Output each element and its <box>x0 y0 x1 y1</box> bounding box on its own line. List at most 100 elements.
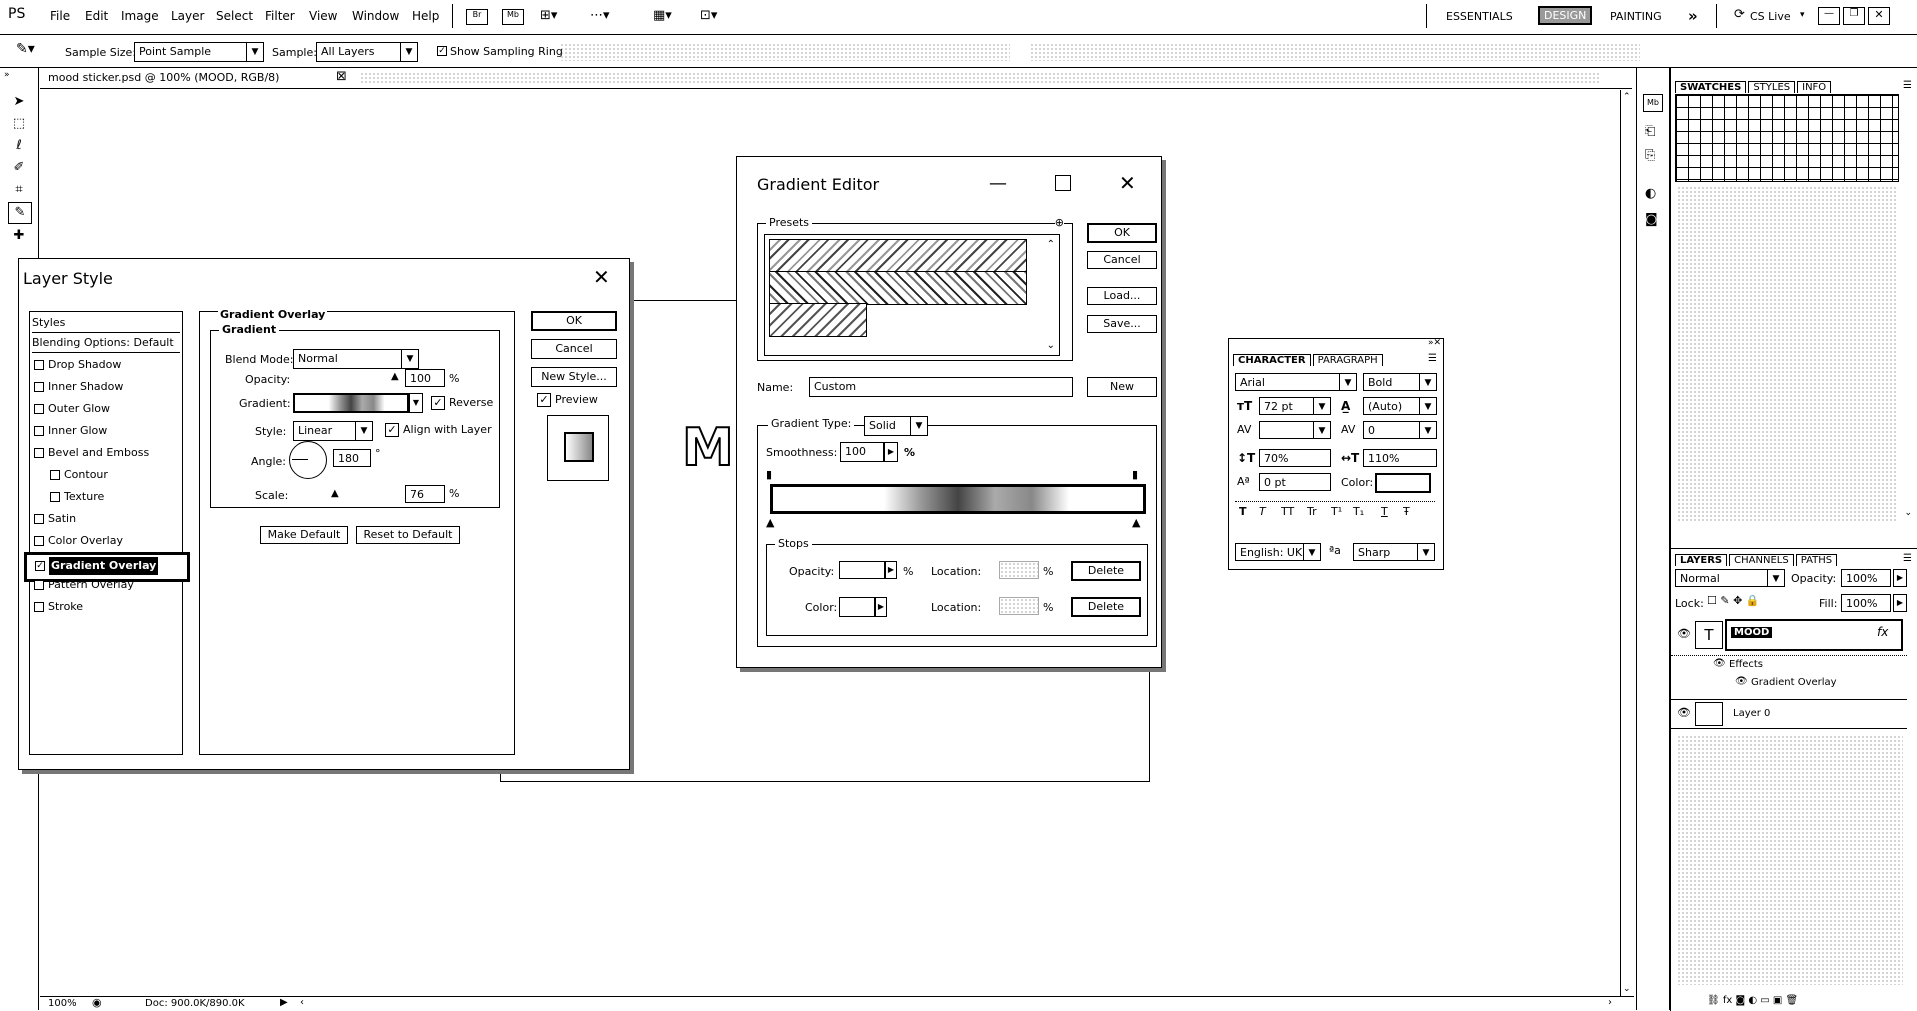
minimize-icon[interactable]: — <box>989 173 1007 194</box>
checkbox[interactable] <box>34 360 44 370</box>
vertical-scale-input[interactable]: 70% <box>1259 449 1331 467</box>
tab-styles[interactable]: STYLES <box>1748 81 1796 93</box>
scroll-up-icon[interactable]: ⌃ <box>1047 239 1055 250</box>
checkbox[interactable] <box>34 602 44 612</box>
view-extras-icon[interactable]: ⊞▾ <box>540 8 557 23</box>
slider-thumb-icon[interactable]: ▲ <box>331 488 339 499</box>
strikethrough-button[interactable]: Ŧ <box>1403 505 1410 518</box>
tab-info[interactable]: INFO <box>1797 81 1832 93</box>
tab-character[interactable]: CHARACTER <box>1233 354 1311 366</box>
chevron-down-icon[interactable]: ▼ <box>409 393 423 413</box>
align-with-layer-checkbox[interactable]: ✓ <box>385 423 399 437</box>
sample-size-select[interactable]: Point Sample ▼ <box>134 42 264 62</box>
load-button[interactable]: Load... <box>1087 287 1157 305</box>
styles-header[interactable]: Styles <box>32 314 180 333</box>
cs-live-label[interactable]: CS Live <box>1750 10 1791 23</box>
preset-row[interactable] <box>769 271 1027 305</box>
gradient-picker[interactable] <box>293 393 409 413</box>
fill-slider-icon[interactable]: ▶ <box>1893 594 1907 612</box>
menu-layer[interactable]: Layer <box>171 9 204 23</box>
kerning-select[interactable]: ▼ <box>1259 421 1331 439</box>
opacity-location-input[interactable] <box>999 561 1039 579</box>
stop-opacity-slider-icon[interactable]: ▶ <box>885 561 897 579</box>
lock-icons[interactable]: ☐ ✎ ✥ 🔒 <box>1707 594 1759 607</box>
ok-button[interactable]: OK <box>531 311 617 331</box>
checkbox[interactable] <box>34 514 44 524</box>
actions-panel-icon[interactable]: ⎘ <box>1645 148 1655 163</box>
text-color-swatch[interactable] <box>1375 473 1431 493</box>
healing-brush-tool-icon[interactable]: ✚ <box>8 226 30 246</box>
faux-bold-button[interactable]: T <box>1239 505 1247 518</box>
eye-icon[interactable]: 👁 <box>1713 658 1726 669</box>
checkbox[interactable] <box>34 580 44 590</box>
tab-swatches[interactable]: SWATCHES <box>1675 81 1747 93</box>
adjustments-panel-icon[interactable]: ◙ <box>1645 212 1658 227</box>
tab-paragraph[interactable]: PARAGRAPH <box>1312 354 1383 366</box>
make-default-button[interactable]: Make Default <box>260 526 348 544</box>
smoothness-slider-icon[interactable]: ▶ <box>884 442 898 462</box>
font-weight-select[interactable]: Bold ▼ <box>1363 373 1437 391</box>
angle-dial[interactable] <box>289 441 327 479</box>
layer-effect-gradient-row[interactable]: 👁 Gradient Overlay <box>1695 675 1907 693</box>
maximize-icon[interactable] <box>1055 175 1071 191</box>
smoothness-input[interactable]: 100 <box>840 442 884 462</box>
style-item-inner-shadow[interactable]: Inner Shadow <box>32 378 180 396</box>
stop-color-menu-icon[interactable]: ▶ <box>875 597 887 617</box>
font-size-select[interactable]: 72 pt ▼ <box>1259 397 1331 415</box>
menu-window[interactable]: Window <box>352 9 399 23</box>
horizontal-scale-input[interactable]: 110% <box>1363 449 1437 467</box>
close-icon[interactable]: ✕ <box>1119 173 1136 193</box>
fx-icon[interactable]: fx <box>1877 625 1888 639</box>
scale-input[interactable]: 76 <box>405 485 445 503</box>
lasso-tool-icon[interactable]: ℓ <box>8 136 30 156</box>
layer-name[interactable]: MOOD <box>1731 627 1773 638</box>
layer-row-layer0[interactable]: 👁 Layer 0 <box>1671 699 1907 729</box>
scroll-right-icon[interactable]: › <box>1608 997 1612 1008</box>
color-stop-right-icon[interactable]: ▲ <box>1132 516 1140 529</box>
eye-icon[interactable]: 👁 <box>1677 627 1691 640</box>
cancel-button[interactable]: Cancel <box>531 339 617 359</box>
panel-menu-icon[interactable]: ☰ <box>1903 80 1912 91</box>
blending-options-item[interactable]: Blending Options: Default <box>32 334 180 353</box>
name-input[interactable]: Custom <box>809 377 1073 397</box>
mini-bridge-icon[interactable]: Mb <box>502 9 524 25</box>
style-item-texture[interactable]: Texture <box>32 488 180 506</box>
show-ring-checkbox[interactable]: ✓ <box>437 46 447 56</box>
angle-input[interactable]: 180 <box>333 449 371 467</box>
layer-opacity-input[interactable]: 100% <box>1841 569 1891 587</box>
checkbox[interactable] <box>50 492 60 502</box>
preset-row[interactable] <box>769 239 1027 273</box>
status-zoom[interactable]: 100% <box>48 998 77 1009</box>
style-item-color-overlay[interactable]: Color Overlay <box>32 532 180 550</box>
opacity-stop-left-icon[interactable]: ▮ <box>766 468 772 481</box>
crop-tool-icon[interactable]: ⌗ <box>8 180 30 200</box>
tracking-select[interactable]: 0 ▼ <box>1363 421 1437 439</box>
stop-color-swatch[interactable] <box>839 597 875 617</box>
menu-file[interactable]: File <box>50 9 70 23</box>
restore-icon[interactable]: ❐ <box>1843 7 1865 25</box>
checkbox[interactable] <box>34 536 44 546</box>
menu-view[interactable]: View <box>309 9 337 23</box>
opacity-stop-right-icon[interactable]: ▮ <box>1132 468 1138 481</box>
move-tool-icon[interactable]: ➤ <box>8 92 30 112</box>
ok-button[interactable]: OK <box>1087 223 1157 243</box>
workspace-essentials[interactable]: ESSENTIALS <box>1446 10 1513 23</box>
tab-paths[interactable]: PATHS <box>1795 554 1838 566</box>
stop-opacity-input[interactable] <box>839 561 885 579</box>
style-item-outer-glow[interactable]: Outer Glow <box>32 400 180 418</box>
leading-select[interactable]: (Auto) ▼ <box>1363 397 1437 415</box>
layer-blend-select[interactable]: Normal ▼ <box>1675 569 1785 587</box>
mini-bridge-panel-icon[interactable]: Mb <box>1643 94 1663 112</box>
panel-menu-icon[interactable]: ☰ <box>1903 553 1912 564</box>
style-item-contour[interactable]: Contour <box>32 466 180 484</box>
gradient-bar[interactable] <box>770 484 1146 514</box>
close-app-icon[interactable]: ✕ <box>1868 7 1890 25</box>
style-select[interactable]: Linear ▼ <box>293 421 373 441</box>
scroll-up-icon[interactable]: ⌃ <box>1623 92 1631 102</box>
font-family-select[interactable]: Arial ▼ <box>1235 373 1357 391</box>
style-item-inner-glow[interactable]: Inner Glow <box>32 422 180 440</box>
collapse-icon[interactable]: » <box>4 70 10 80</box>
screen-mode-icon[interactable]: ⊡▾ <box>700 8 717 23</box>
layers-footer-icons[interactable]: ⛓ fx ◙ ◐ ▭ ▣ 🗑 <box>1707 995 1798 1006</box>
checkbox[interactable]: ✓ <box>35 561 45 571</box>
